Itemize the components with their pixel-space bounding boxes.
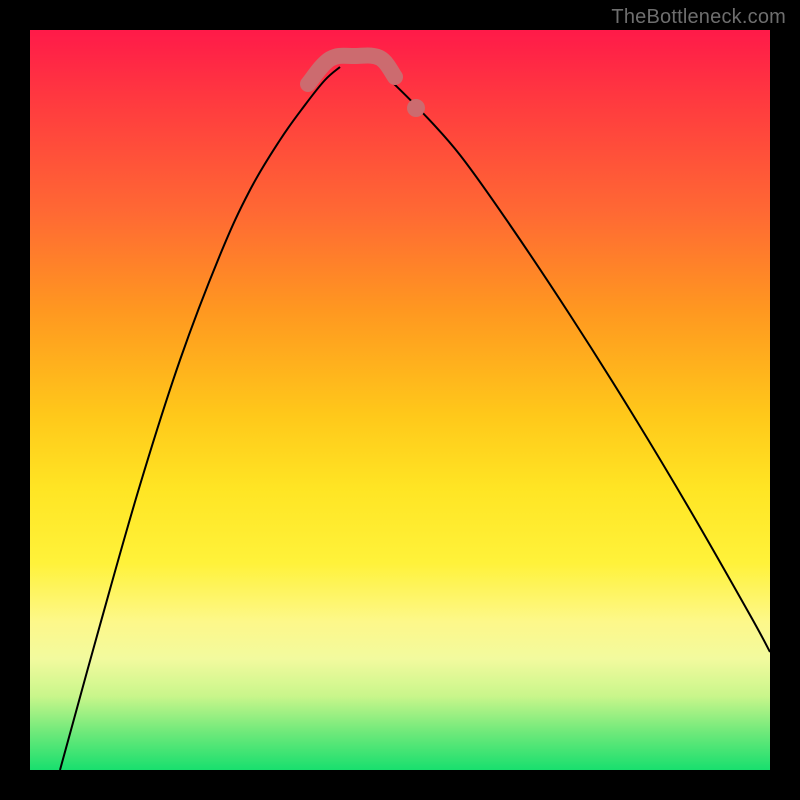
left-curve-line	[60, 67, 340, 770]
right-curve-line	[390, 80, 770, 652]
chart-svg	[30, 30, 770, 770]
watermark-text: TheBottleneck.com	[611, 6, 786, 29]
marker-dot	[407, 99, 425, 117]
chart-frame: TheBottleneck.com	[0, 0, 800, 800]
marker-near-minimum	[308, 56, 395, 84]
plot-area	[30, 30, 770, 770]
